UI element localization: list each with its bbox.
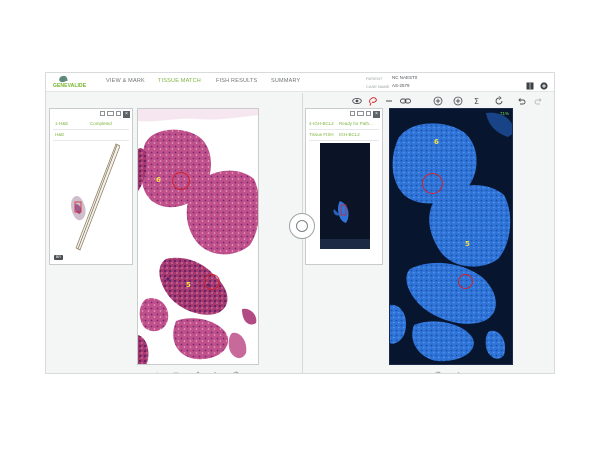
close-icon[interactable]: ×: [373, 111, 380, 118]
match-marker-6[interactable]: [422, 173, 443, 194]
match-marker-6[interactable]: [172, 172, 190, 190]
card-view-grid-icon[interactable]: [366, 111, 371, 116]
card-view-single-icon[interactable]: [350, 111, 355, 116]
fish-tissue-image: [390, 112, 512, 362]
thumb-badge: BR: [54, 255, 63, 260]
slide-card-he[interactable]: × 1-H&E Completed H&E BR: [49, 108, 133, 265]
region-label-5: 5: [465, 240, 470, 248]
card-status: Completed: [90, 121, 112, 126]
contrast-icon[interactable]: [434, 366, 442, 373]
case-info: PATIENT NC NAEST0 CASE NAME AS-2579: [366, 73, 486, 92]
app-logo[interactable]: GENEVALIDE: [53, 74, 89, 90]
rotate-view-icon[interactable]: [212, 366, 220, 373]
slide-thumbnail-fish[interactable]: [320, 143, 370, 249]
card-divider: [309, 140, 379, 141]
case-info-label-2: CASE NAME: [366, 84, 390, 89]
card-view-multi-icon[interactable]: [107, 111, 114, 116]
card-controls: ×: [350, 111, 380, 118]
zoom-in-icon[interactable]: [453, 96, 463, 106]
tab-view-mark[interactable]: VIEW & MARK: [106, 78, 145, 84]
logo-text: GENEVALIDE: [53, 83, 87, 89]
zoom-percent: 71%: [499, 111, 509, 116]
zoom-fit-icon[interactable]: Σ: [473, 96, 483, 106]
he-tissue-image: [138, 109, 258, 364]
card-probe: IGH-BCL2: [339, 132, 360, 137]
card-slide-id: 4-IGH-BCL2: [309, 121, 334, 126]
he-slide-viewer[interactable]: 6 5: [137, 108, 259, 365]
redo-icon[interactable]: [534, 96, 544, 106]
minus-icon[interactable]: [384, 96, 394, 106]
sync-views-button[interactable]: [289, 213, 315, 239]
sync-icon: [296, 220, 308, 232]
app-window: GENEVALIDE VIEW & MARK TISSUE MATCH FISH…: [45, 72, 555, 374]
card-controls: ×: [100, 111, 130, 118]
tab-summary[interactable]: SUMMARY: [271, 78, 300, 84]
case-info-value-1: NC NAEST0: [392, 75, 418, 80]
region-label-6: 6: [434, 138, 439, 146]
logo-mark-icon: [58, 74, 68, 84]
close-icon[interactable]: ×: [123, 111, 130, 118]
card-slide-id: 1-H&E: [55, 121, 69, 126]
lasso-icon[interactable]: [368, 96, 378, 106]
case-info-label-1: PATIENT: [366, 76, 383, 81]
match-marker-5[interactable]: [458, 274, 473, 289]
grab-icon[interactable]: [172, 366, 180, 373]
fish-slide-viewer[interactable]: 71% 6 5: [389, 108, 513, 365]
card-divider: [309, 129, 379, 130]
card-view-multi-icon[interactable]: [357, 111, 364, 116]
pen-icon[interactable]: [192, 366, 200, 373]
region-label-5: 5: [186, 281, 191, 289]
region-label-6: 6: [156, 176, 161, 184]
plus-icon[interactable]: [433, 96, 443, 106]
slide-thumbnail-he[interactable]: [64, 142, 120, 252]
hand-icon[interactable]: [154, 366, 162, 373]
viewer-toolbar: Σ: [346, 94, 554, 108]
tab-tissue-match[interactable]: TISSUE MATCH: [158, 78, 201, 84]
add-icon[interactable]: [540, 77, 548, 90]
left-view-tools: [154, 365, 244, 373]
link-icon[interactable]: [400, 96, 411, 106]
case-info-value-2: AS-2579: [392, 83, 410, 88]
card-view-grid-icon[interactable]: [116, 111, 121, 116]
tab-fish-results[interactable]: FISH RESULTS: [216, 78, 257, 84]
card-assay: Tissue FISH: [309, 132, 334, 137]
card-view-single-icon[interactable]: [100, 111, 105, 116]
eye-icon[interactable]: [352, 96, 362, 106]
card-stain: H&E: [55, 132, 65, 137]
right-view-tools: [434, 365, 464, 373]
svg-text:Σ: Σ: [474, 97, 479, 106]
card-status: Ready for Path...: [339, 121, 373, 126]
slide-card-fish[interactable]: × 4-IGH-BCL2 Ready for Path... Tissue FI…: [305, 108, 383, 265]
check-icon[interactable]: [452, 366, 460, 373]
undo-icon[interactable]: [516, 96, 526, 106]
match-marker-5[interactable]: [204, 274, 220, 290]
panel-layout-icon[interactable]: [526, 77, 534, 90]
card-divider: [53, 129, 129, 130]
header-bar: GENEVALIDE VIEW & MARK TISSUE MATCH FISH…: [46, 73, 554, 92]
contrast-icon[interactable]: [232, 366, 240, 373]
rotate-icon[interactable]: [494, 96, 504, 106]
card-divider: [53, 140, 129, 141]
